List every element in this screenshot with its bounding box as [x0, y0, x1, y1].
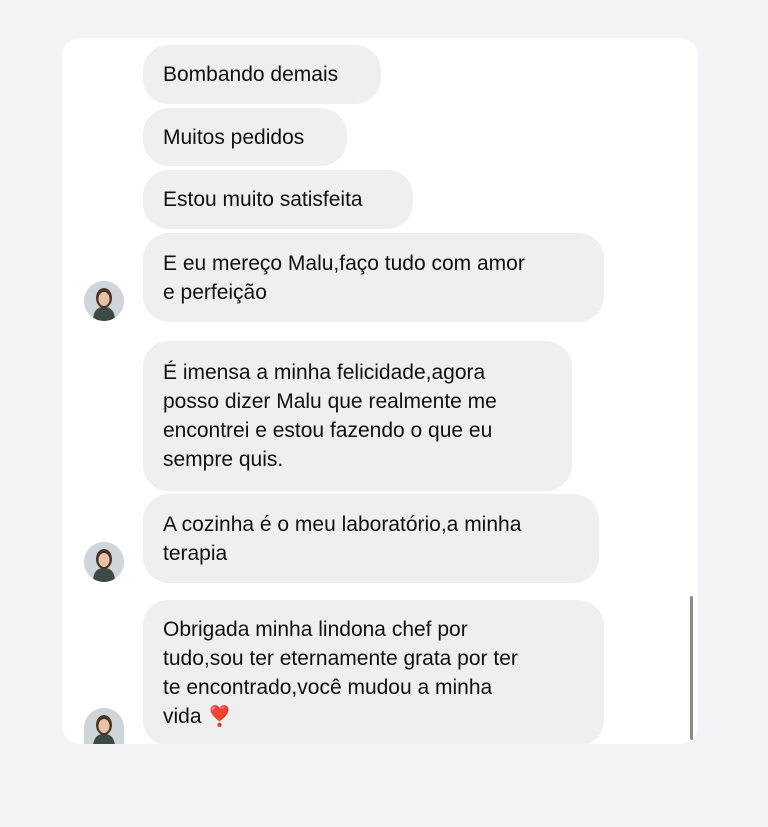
message-text: A cozinha é o meu laboratório,a minha te… [163, 512, 522, 565]
message-bubble[interactable]: A cozinha é o meu laboratório,a minha te… [143, 494, 599, 583]
message-text: Muitos pedidos [163, 125, 305, 149]
avatar[interactable] [84, 542, 124, 582]
card-bottom-mask [62, 744, 698, 827]
message-text: Estou muito satisfeita [163, 188, 363, 211]
message-bubble[interactable]: É imensa a minha felicidade,agora posso … [143, 341, 572, 491]
avatar[interactable] [84, 281, 124, 321]
message-text: E eu mereço Malu,faço tudo com amor e pe… [163, 251, 525, 304]
message-text: Obrigada minha lindona chef por tudo,sou… [163, 615, 518, 732]
user-photo-icon [84, 542, 124, 582]
message-text: Bombando demais [163, 63, 339, 86]
avatar[interactable] [84, 708, 124, 744]
message-bubble[interactable]: Estou muito satisfeita [143, 170, 413, 229]
message-bubble[interactable]: E eu mereço Malu,faço tudo com amor e pe… [143, 233, 604, 322]
scrollbar[interactable] [690, 596, 693, 740]
heart-exclamation-emoji: ❣️ [207, 705, 233, 728]
message-bubble[interactable]: Obrigada minha lindona chef por tudo,sou… [143, 600, 604, 746]
user-photo-icon [84, 281, 124, 321]
message-text: É imensa a minha felicidade,agora posso … [163, 361, 497, 471]
message-bubble[interactable]: Bombando demais [143, 45, 381, 104]
user-photo-icon [84, 708, 124, 744]
message-bubble[interactable]: Muitos pedidos [143, 108, 347, 166]
